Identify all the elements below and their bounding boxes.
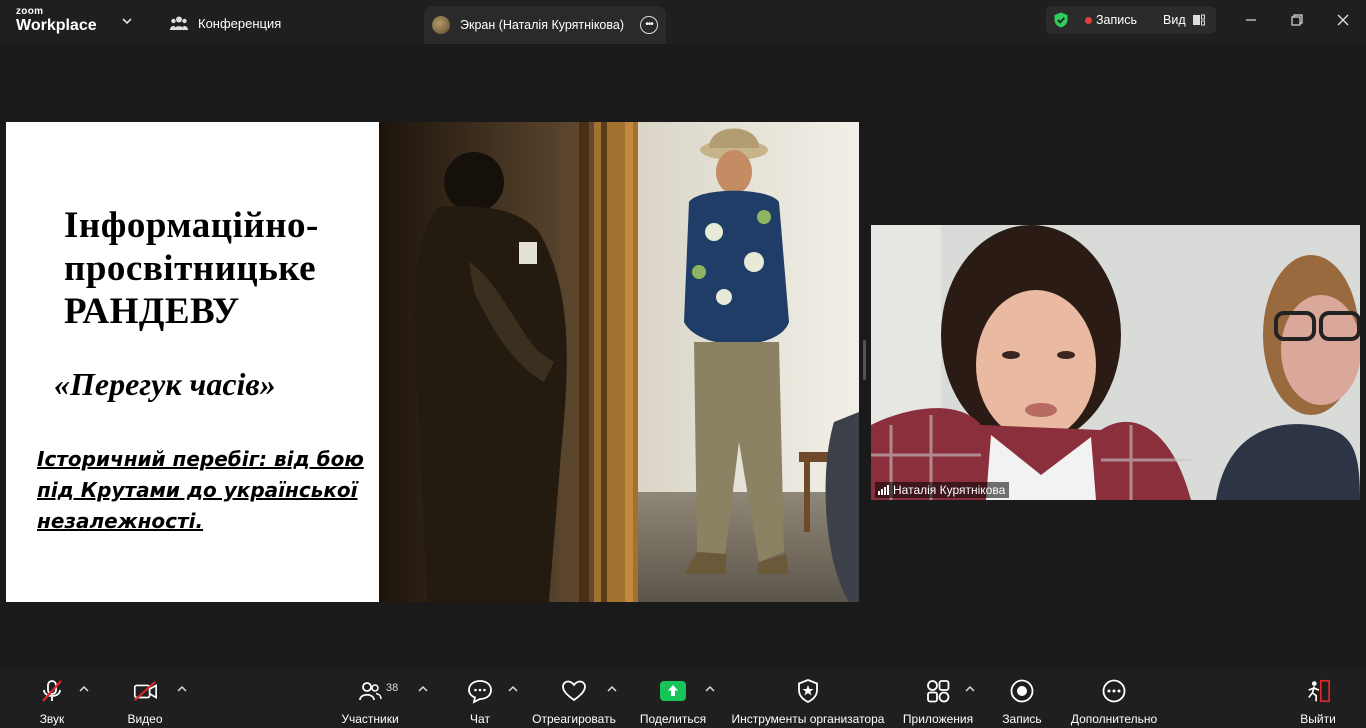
meeting-toolbar: Звук Видео Участники 38 Чат Отреагироват… bbox=[0, 669, 1366, 728]
participants-button[interactable]: Участники bbox=[338, 669, 402, 728]
restore-button[interactable] bbox=[1286, 10, 1308, 30]
heart-icon bbox=[562, 680, 586, 702]
video-button[interactable]: Видео bbox=[125, 669, 165, 728]
logo-brand-small: zoom bbox=[16, 6, 44, 17]
more-button[interactable]: Дополнительно bbox=[1068, 669, 1160, 728]
share-screen-icon bbox=[660, 681, 686, 701]
recording-label[interactable]: Запись bbox=[1096, 13, 1137, 27]
video-camera-off-icon bbox=[133, 680, 157, 702]
record-label: Запись bbox=[1002, 712, 1042, 726]
share-screen-label: Поделиться bbox=[639, 712, 707, 726]
participants-options-caret-icon[interactable] bbox=[418, 685, 428, 693]
people-icon bbox=[170, 16, 188, 30]
slide-text-panel: Інформаційно- просвітницьке РАНДЕВУ «Пер… bbox=[6, 122, 379, 602]
video-label: Видео bbox=[127, 712, 163, 726]
participants-count-badge: 38 bbox=[386, 682, 399, 694]
microphone-muted-icon bbox=[42, 680, 62, 702]
participant-name: Наталія Курятнікова bbox=[893, 483, 1006, 497]
record-icon bbox=[1010, 679, 1034, 703]
host-tools-button[interactable]: Инструменты организатора bbox=[729, 669, 887, 728]
recording-dot-icon bbox=[1085, 16, 1092, 24]
react-label: Отреагировать bbox=[532, 712, 616, 726]
minimize-button[interactable] bbox=[1240, 10, 1262, 30]
react-button[interactable]: Отреагировать bbox=[531, 669, 617, 728]
recording-status-box: Запись Вид bbox=[1046, 6, 1216, 34]
chat-button[interactable]: Чат bbox=[465, 669, 495, 728]
slide-photo bbox=[379, 122, 859, 602]
restore-icon bbox=[1291, 14, 1303, 26]
react-options-caret-icon[interactable] bbox=[607, 685, 617, 693]
shield-check-icon[interactable] bbox=[1053, 12, 1069, 28]
leave-button[interactable]: Выйти bbox=[1298, 669, 1338, 728]
slide-title-line: просвітницьке bbox=[64, 248, 317, 289]
apps-icon bbox=[927, 680, 950, 703]
leave-label: Выйти bbox=[1300, 712, 1336, 726]
participant-video-frame bbox=[871, 225, 1360, 500]
slide-description: Історичний перебіг: від бою під Крутами … bbox=[37, 447, 364, 533]
chevron-down-icon[interactable] bbox=[120, 14, 134, 28]
share-screen-button[interactable]: Поделиться bbox=[638, 669, 708, 728]
leave-door-icon bbox=[1308, 679, 1330, 703]
shared-screen-slide[interactable]: Інформаційно- просвітницьке РАНДЕВУ «Пер… bbox=[6, 122, 859, 602]
close-icon bbox=[1337, 14, 1349, 26]
apps-label: Приложения bbox=[902, 712, 974, 726]
slide-title: Інформаційно- просвітницьке РАНДЕВУ bbox=[64, 204, 319, 333]
tab-screen-share[interactable]: Экран (Наталія Курятнікова) ••• bbox=[424, 6, 666, 44]
view-layout-icon[interactable] bbox=[1192, 13, 1206, 27]
meeting-stage: Інформаційно- просвітницьке РАНДЕВУ «Пер… bbox=[0, 44, 1366, 669]
slide-subtitle: «Перегук часів» bbox=[54, 366, 276, 402]
chat-icon bbox=[468, 680, 492, 704]
presenter-avatar bbox=[432, 16, 450, 34]
panel-resize-handle[interactable] bbox=[863, 340, 866, 380]
tab-conference-label: Конференция bbox=[198, 15, 282, 31]
minimize-icon bbox=[1246, 19, 1256, 21]
apps-options-caret-icon[interactable] bbox=[965, 685, 975, 693]
slide-title-line: Інформаційно- bbox=[64, 205, 319, 246]
audio-options-caret-icon[interactable] bbox=[79, 685, 89, 693]
view-button[interactable]: Вид bbox=[1163, 13, 1186, 27]
host-tools-shield-icon bbox=[798, 679, 818, 704]
zoom-workplace-logo: zoom Workplace bbox=[16, 7, 97, 34]
slide-title-line: РАНДЕВУ bbox=[64, 291, 240, 332]
apps-button[interactable]: Приложения bbox=[900, 669, 976, 728]
logo-brand-large: Workplace bbox=[16, 17, 97, 34]
audio-button[interactable]: Звук bbox=[36, 669, 68, 728]
record-button[interactable]: Запись bbox=[1000, 669, 1044, 728]
participant-name-tag: Наталія Курятнікова bbox=[875, 482, 1010, 498]
host-tools-label: Инструменты организатора bbox=[731, 712, 885, 726]
share-options-caret-icon[interactable] bbox=[705, 685, 715, 693]
close-button[interactable] bbox=[1332, 10, 1354, 30]
more-label: Дополнительно bbox=[1070, 712, 1158, 726]
tab-conference[interactable]: Конференция bbox=[170, 11, 281, 35]
more-options-icon[interactable]: ••• bbox=[640, 16, 658, 34]
tab-screen-label: Экран (Наталія Курятнікова) bbox=[460, 18, 625, 32]
audio-label: Звук bbox=[39, 712, 65, 726]
participants-label: Участники bbox=[341, 712, 399, 726]
title-bar: zoom Workplace Конференция Экран (Наталі… bbox=[0, 0, 1366, 44]
participants-icon bbox=[359, 682, 382, 701]
signal-strength-icon bbox=[878, 485, 889, 495]
video-options-caret-icon[interactable] bbox=[177, 685, 187, 693]
participant-video-tile[interactable]: Наталія Курятнікова bbox=[871, 225, 1360, 500]
chat-options-caret-icon[interactable] bbox=[508, 685, 518, 693]
more-icon bbox=[1102, 679, 1126, 703]
chat-label: Чат bbox=[470, 712, 490, 726]
